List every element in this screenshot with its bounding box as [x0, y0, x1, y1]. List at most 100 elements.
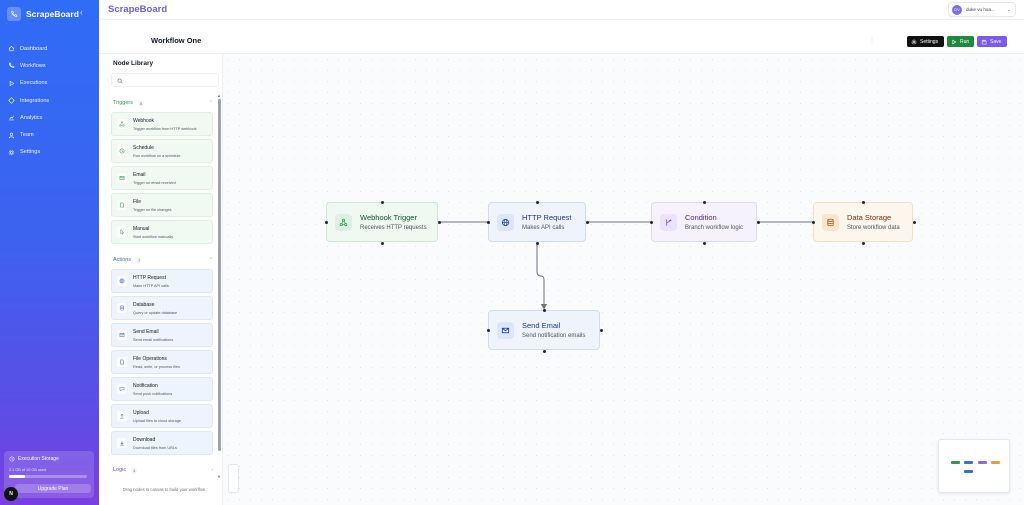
node-title: Data Storage: [847, 213, 892, 222]
brand-name: ScrapeBoard: [26, 9, 79, 19]
workflow-icon: [9, 63, 15, 69]
settings-button[interactable]: Settings: [907, 36, 944, 47]
section-label: Logic: [113, 467, 127, 473]
upgrade-plan-button[interactable]: Upgrade Plan: [15, 484, 91, 493]
node-handle-top[interactable]: [862, 201, 865, 204]
canvas-node-http-request[interactable]: HTTP Request Makes API calls: [487, 201, 589, 245]
card-desc: Trigger workflow from HTTP webhook: [133, 126, 197, 131]
card-title: Webhook: [133, 117, 155, 124]
gear-icon: [8, 149, 15, 156]
canvas-node-data-storage[interactable]: Data Storage Store workflow data: [812, 201, 916, 245]
workflow-canvas[interactable]: Webhook Trigger Receives HTTP requests HT…: [223, 54, 1024, 505]
node-handle-left[interactable]: [812, 221, 815, 224]
save-label: Save: [990, 38, 1002, 45]
puzzle-icon: [8, 97, 15, 104]
node-handle-bottom[interactable]: [543, 350, 546, 353]
node-handle-left[interactable]: [325, 221, 328, 224]
library-node-notification[interactable]: Notification Send push notifications: [111, 377, 213, 401]
nav-item-settings[interactable]: Settings: [0, 144, 99, 161]
run-button[interactable]: Run: [947, 36, 974, 47]
card-title: HTTP Request: [133, 274, 166, 281]
card-desc: Query or update database: [133, 310, 178, 315]
storage-used-text: 2.1 GB of 10 GB used: [9, 468, 47, 472]
mail-icon: [497, 321, 514, 339]
library-search-input[interactable]: [111, 73, 219, 87]
canvas-node-condition[interactable]: Condition Branch workflow logic: [650, 201, 760, 245]
run-label: Run: [960, 38, 970, 45]
node-library: Node Library ▲ ▼ Triggers 5 ⌃ Webhook Tri…: [105, 54, 223, 505]
section-logic[interactable]: Logic 4 ›: [113, 465, 213, 475]
card-title: Upload: [133, 409, 149, 416]
library-node-manual[interactable]: Manual Start workflow manually: [111, 220, 213, 244]
search-icon: [117, 78, 123, 83]
node-handle-right[interactable]: [600, 329, 603, 332]
card-desc: Send push notifications: [133, 391, 173, 396]
node-handle-right[interactable]: [438, 221, 441, 224]
library-node-schedule[interactable]: Schedule Run workflow on a schedule: [111, 139, 213, 163]
section-triggers[interactable]: Triggers 5 ⌃: [113, 98, 213, 108]
nav-item-executions[interactable]: Executions: [0, 75, 99, 92]
node-desc: Send notification emails: [522, 333, 586, 339]
library-scrollbar[interactable]: [218, 99, 221, 451]
node-handle-right[interactable]: [586, 221, 589, 224]
avatar: DV: [952, 4, 962, 15]
library-node-http-request[interactable]: HTTP Request Make HTTP API calls: [111, 269, 213, 293]
node-handle-right[interactable]: [757, 221, 760, 224]
node-title: HTTP Request: [522, 213, 572, 222]
minimap-node: [964, 470, 973, 473]
library-node-file-operations[interactable]: File Operations Read, write, or process f…: [111, 350, 213, 374]
globe-icon: [497, 213, 514, 231]
section-count: 7: [136, 256, 143, 264]
workflow-name[interactable]: Workflow One: [151, 36, 201, 45]
node-handle-left[interactable]: [650, 221, 653, 224]
webhook-icon: [117, 119, 127, 129]
nav-item-workflows[interactable]: Workflows: [0, 57, 99, 74]
node-handle-top[interactable]: [543, 309, 546, 312]
canvas-node-webhook-trigger[interactable]: Webhook Trigger Receives HTTP requests: [325, 201, 441, 245]
node-handle-bottom[interactable]: [862, 242, 865, 245]
library-node-database[interactable]: Database Query or update database: [111, 296, 213, 320]
more-icon[interactable]: ⋮: [869, 37, 875, 44]
zoom-controls[interactable]: [228, 464, 239, 493]
n-badge[interactable]: N: [4, 487, 18, 501]
node-handle-top[interactable]: [536, 201, 539, 204]
clock-icon: [117, 146, 127, 156]
library-node-webhook[interactable]: Webhook Trigger workflow from HTTP webhoo…: [111, 112, 213, 136]
chevron-left-icon[interactable]: ‹: [80, 8, 83, 17]
user-menu[interactable]: DV duke vu hoa... ⌄: [948, 2, 1016, 17]
save-button[interactable]: Save: [977, 36, 1007, 47]
node-handle-top[interactable]: [703, 201, 706, 204]
node-handle-bottom[interactable]: [703, 242, 706, 245]
nav-item-team[interactable]: Team: [0, 126, 99, 143]
library-node-download[interactable]: Download Download files from URLs: [111, 431, 213, 455]
chevron-up-icon: ⌃: [208, 257, 213, 263]
nav-label: Team: [20, 132, 34, 139]
library-node-send-email[interactable]: Send Email Send email notifications: [111, 323, 213, 347]
node-handle-right[interactable]: [913, 221, 916, 224]
canvas-node-send-email[interactable]: Send Email Send notification emails: [487, 309, 603, 353]
node-handle-left[interactable]: [487, 329, 490, 332]
brand[interactable]: ScrapeBoard: [7, 6, 79, 22]
chart-icon: [9, 115, 14, 121]
card-title: Manual: [133, 225, 150, 232]
nav-item-analytics[interactable]: Analytics: [0, 109, 99, 126]
nav-item-integrations[interactable]: Integrations: [0, 92, 99, 109]
minimap-node: [964, 461, 973, 464]
section-actions[interactable]: Actions 7 ⌃: [113, 255, 213, 265]
scroll-down-icon[interactable]: ▼: [217, 474, 221, 479]
globe-icon: [117, 276, 127, 286]
nav-item-dashboard[interactable]: Dashboard: [0, 40, 99, 57]
play-icon: [9, 80, 15, 86]
library-node-email[interactable]: Email Trigger on email received: [111, 166, 213, 190]
library-node-file[interactable]: File Trigger on file changes: [111, 193, 213, 217]
node-handle-left[interactable]: [487, 221, 490, 224]
node-handle-bottom[interactable]: [536, 242, 539, 245]
scroll-up-icon[interactable]: ▲: [217, 93, 221, 98]
node-handle-bottom[interactable]: [381, 242, 384, 245]
minimap-node: [991, 461, 1000, 464]
library-node-upload[interactable]: Upload Upload files to cloud storage: [111, 404, 213, 428]
node-desc: Store workflow data: [847, 225, 900, 231]
minimap[interactable]: [938, 439, 1010, 493]
node-handle-top[interactable]: [381, 201, 384, 204]
edge-http-email: [536, 242, 545, 306]
